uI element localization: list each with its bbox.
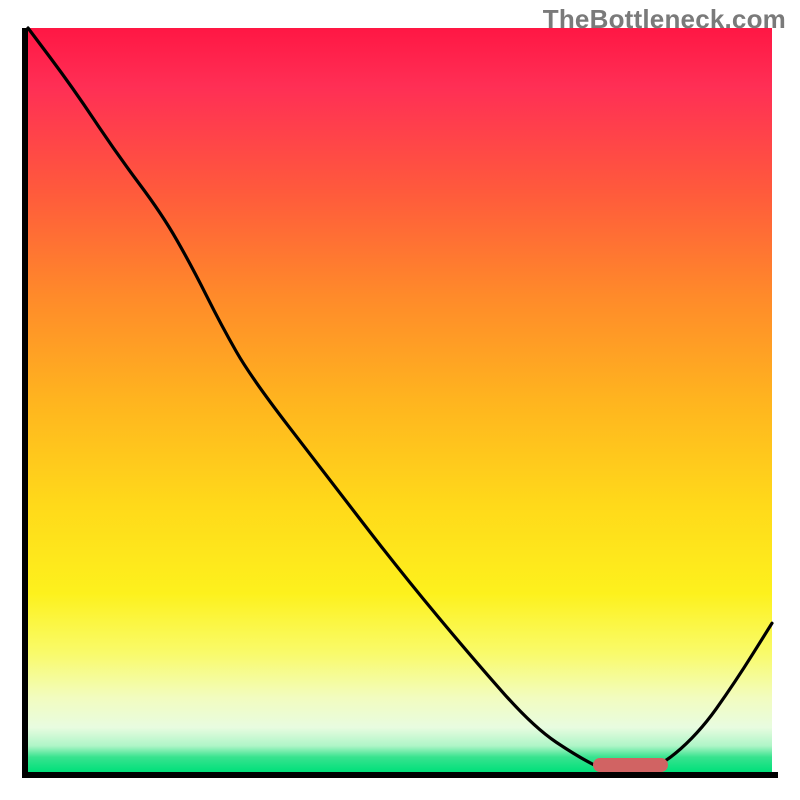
curve-layer [28, 28, 772, 772]
bottleneck-curve [28, 28, 772, 772]
optimal-range-marker [593, 758, 667, 772]
watermark-text: TheBottleneck.com [543, 4, 786, 35]
bottleneck-chart: TheBottleneck.com [0, 0, 800, 800]
x-axis [22, 772, 778, 778]
